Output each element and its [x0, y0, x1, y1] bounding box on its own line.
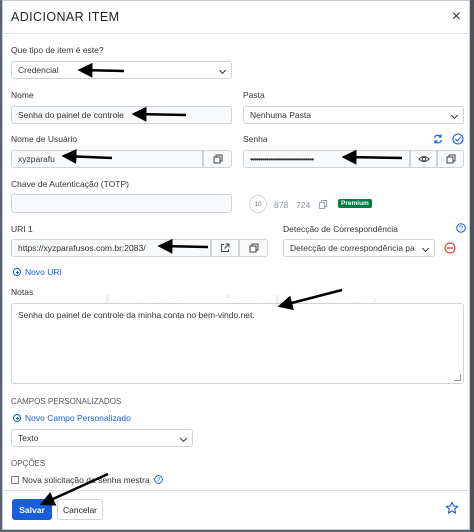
cancel-button[interactable]: Cancelar [57, 499, 103, 520]
close-icon[interactable]: × [452, 9, 461, 25]
dialog-footer: Salvar Cancelar [3, 490, 469, 529]
notes-label: Notas [11, 287, 34, 297]
copy-totp-button[interactable] [319, 200, 327, 211]
name-label: Nome [11, 90, 34, 100]
copy-password-button[interactable] [437, 150, 464, 168]
custom-field-type-select[interactable]: Texto [11, 429, 193, 447]
uri-field-value: https://xyzparafusos.com.br:2083/ [18, 243, 146, 253]
password-field-value: •••••••••••••••••••••••••••••••• [250, 154, 314, 164]
generate-password-button[interactable] [432, 133, 444, 147]
uri-field[interactable]: https://xyzparafusos.com.br:2083/ [11, 239, 211, 257]
type-select[interactable]: Credencial [11, 61, 232, 79]
custom-field-type-value: Texto [18, 433, 39, 443]
launch-icon [221, 243, 230, 252]
help-icon: ? [154, 475, 163, 484]
dialog-header: ADICIONAR ITEM × [3, 1, 469, 34]
match-detection-label: Detecção de Correspondência [283, 224, 398, 234]
match-detection-value: Detecção de correspondência pa [290, 243, 415, 253]
resize-handle[interactable] [454, 374, 461, 381]
launch-uri-button[interactable] [211, 239, 239, 257]
copy-uri-button[interactable] [239, 239, 268, 257]
custom-fields-heading: CAMPOS PERSONALIZADOS [11, 397, 122, 406]
username-field[interactable]: xyzparafu [11, 150, 203, 168]
username-field-value: xyzparafu [18, 154, 55, 164]
remove-uri-button[interactable] [444, 242, 456, 256]
reprompt-help-button[interactable]: ? [154, 475, 163, 486]
copy-icon [213, 154, 222, 164]
eye-icon [417, 156, 430, 162]
totp-code-part-2: 724 [296, 200, 311, 210]
plus-circle-icon [13, 268, 21, 276]
copy-icon [319, 200, 327, 209]
totp-label: Chave de Autenticação (TOTP) [11, 179, 129, 189]
svg-text:?: ? [157, 477, 161, 484]
background-strip [470, 0, 474, 532]
clock-icon: 10 [254, 200, 262, 208]
new-uri-link-label: Novo URI [25, 267, 62, 277]
match-detection-select[interactable]: Detecção de correspondência pa [283, 239, 435, 257]
folder-select[interactable]: Nenhuma Pasta [243, 106, 464, 124]
name-field-value: Senha do painel de controle [18, 110, 124, 120]
name-field[interactable]: Senha do painel de controle [11, 106, 232, 124]
copy-icon [446, 154, 455, 164]
remove-icon [444, 242, 456, 254]
password-field[interactable]: •••••••••••••••••••••••••••••••• [243, 150, 410, 168]
reprompt-label: Nova solicitação da senha mestra [22, 475, 150, 485]
toggle-password-visibility-button[interactable] [410, 150, 437, 168]
help-icon: ? [456, 223, 466, 233]
totp-field[interactable] [11, 194, 232, 213]
reprompt-checkbox[interactable] [11, 476, 19, 484]
folder-label: Pasta [243, 90, 265, 100]
copy-username-button[interactable] [203, 150, 232, 168]
new-custom-field-label: Novo Campo Personalizado [25, 413, 131, 423]
type-label: Que tipo de item é este? [11, 45, 104, 55]
new-uri-link[interactable]: Novo URI [13, 267, 62, 277]
folder-select-value: Nenhuma Pasta [250, 110, 311, 120]
favorite-button[interactable] [445, 501, 459, 517]
dialog-title: ADICIONAR ITEM [11, 10, 120, 24]
notes-value: Senha do painel de controle da minha con… [18, 310, 255, 320]
new-custom-field-link[interactable]: Novo Campo Personalizado [13, 413, 131, 423]
match-help-button[interactable]: ? [456, 223, 466, 235]
notes-textarea[interactable]: Senha do painel de controle da minha con… [11, 303, 464, 384]
copy-icon [249, 243, 258, 253]
type-select-value: Credencial [18, 65, 59, 75]
uri-label: URI 1 [11, 224, 33, 234]
svg-text:?: ? [459, 226, 463, 233]
add-item-dialog: ADICIONAR ITEM × bem-vindo.net Que tipo … [2, 0, 470, 530]
plus-circle-icon [13, 414, 21, 422]
check-password-button[interactable] [452, 133, 464, 147]
save-button[interactable]: Salvar [12, 499, 52, 520]
dialog-body: bem-vindo.net Que tipo de item é este? C… [3, 34, 469, 491]
star-icon [445, 501, 459, 514]
username-label: Nome de Usuário [11, 134, 78, 144]
totp-code-part-1: 878 [274, 200, 289, 210]
totp-countdown: 10 [249, 195, 267, 213]
premium-badge: Premium [338, 199, 372, 208]
check-circle-icon [452, 133, 464, 145]
options-heading: OPÇÕES [11, 459, 46, 468]
refresh-icon [433, 134, 443, 144]
password-label: Senha [243, 134, 268, 144]
